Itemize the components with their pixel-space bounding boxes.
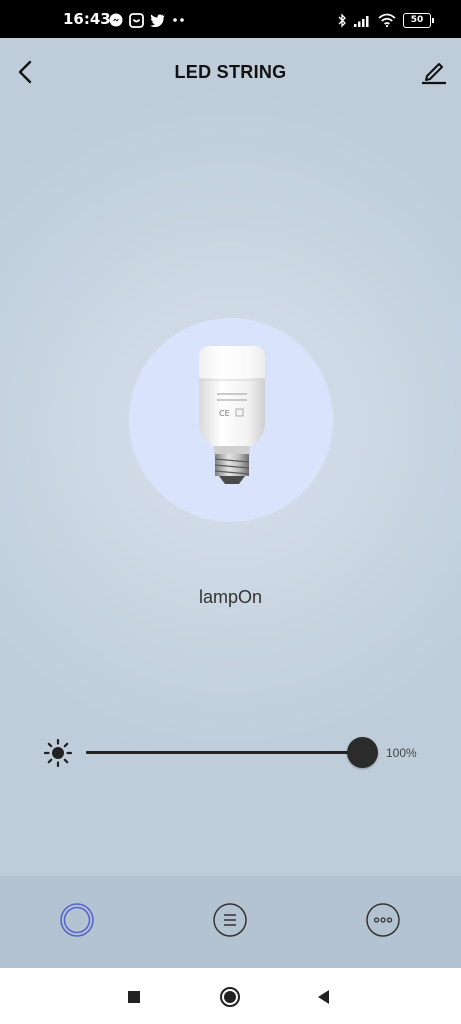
page-title: LED STRING xyxy=(174,62,287,82)
device-name: lampOn xyxy=(198,587,263,607)
notification-icons xyxy=(109,12,187,28)
messenger-icon xyxy=(109,13,123,27)
brightness-slider-fill xyxy=(86,751,362,754)
brightness-value: 100% xyxy=(386,746,417,760)
more-icon[interactable] xyxy=(365,902,401,938)
signal-icon xyxy=(354,15,369,27)
back-button[interactable] xyxy=(313,986,335,1008)
system-nav-bar xyxy=(0,968,461,1024)
brightness-slider-track[interactable] xyxy=(86,751,362,754)
lamp-toggle-button[interactable]: CE xyxy=(129,318,333,522)
system-status-icons: 50 xyxy=(338,12,434,28)
wifi-icon xyxy=(378,13,396,27)
status-bar: 16:43 50 xyxy=(0,0,461,38)
more-dots-icon xyxy=(173,18,184,22)
bottom-tab-bar xyxy=(0,876,461,968)
status-time: 16:43 xyxy=(63,10,111,28)
pencil-icon[interactable] xyxy=(419,58,449,86)
app-header: LED STRING xyxy=(0,38,461,108)
notification-icon xyxy=(129,12,144,28)
sun-icon xyxy=(44,739,72,767)
twitter-icon xyxy=(150,13,165,27)
device-screen: LED STRING CE lampOn 100% xyxy=(0,38,461,876)
svg-text:CE: CE xyxy=(219,409,230,418)
recents-button[interactable] xyxy=(123,986,145,1008)
bluetooth-icon xyxy=(338,12,346,28)
brightness-slider-thumb[interactable] xyxy=(346,737,378,768)
light-bulb-image: CE xyxy=(199,346,265,484)
list-icon[interactable] xyxy=(212,902,248,938)
home-button[interactable] xyxy=(219,986,241,1008)
power-ring-icon[interactable] xyxy=(59,902,95,938)
battery-icon: 50 xyxy=(403,12,434,28)
